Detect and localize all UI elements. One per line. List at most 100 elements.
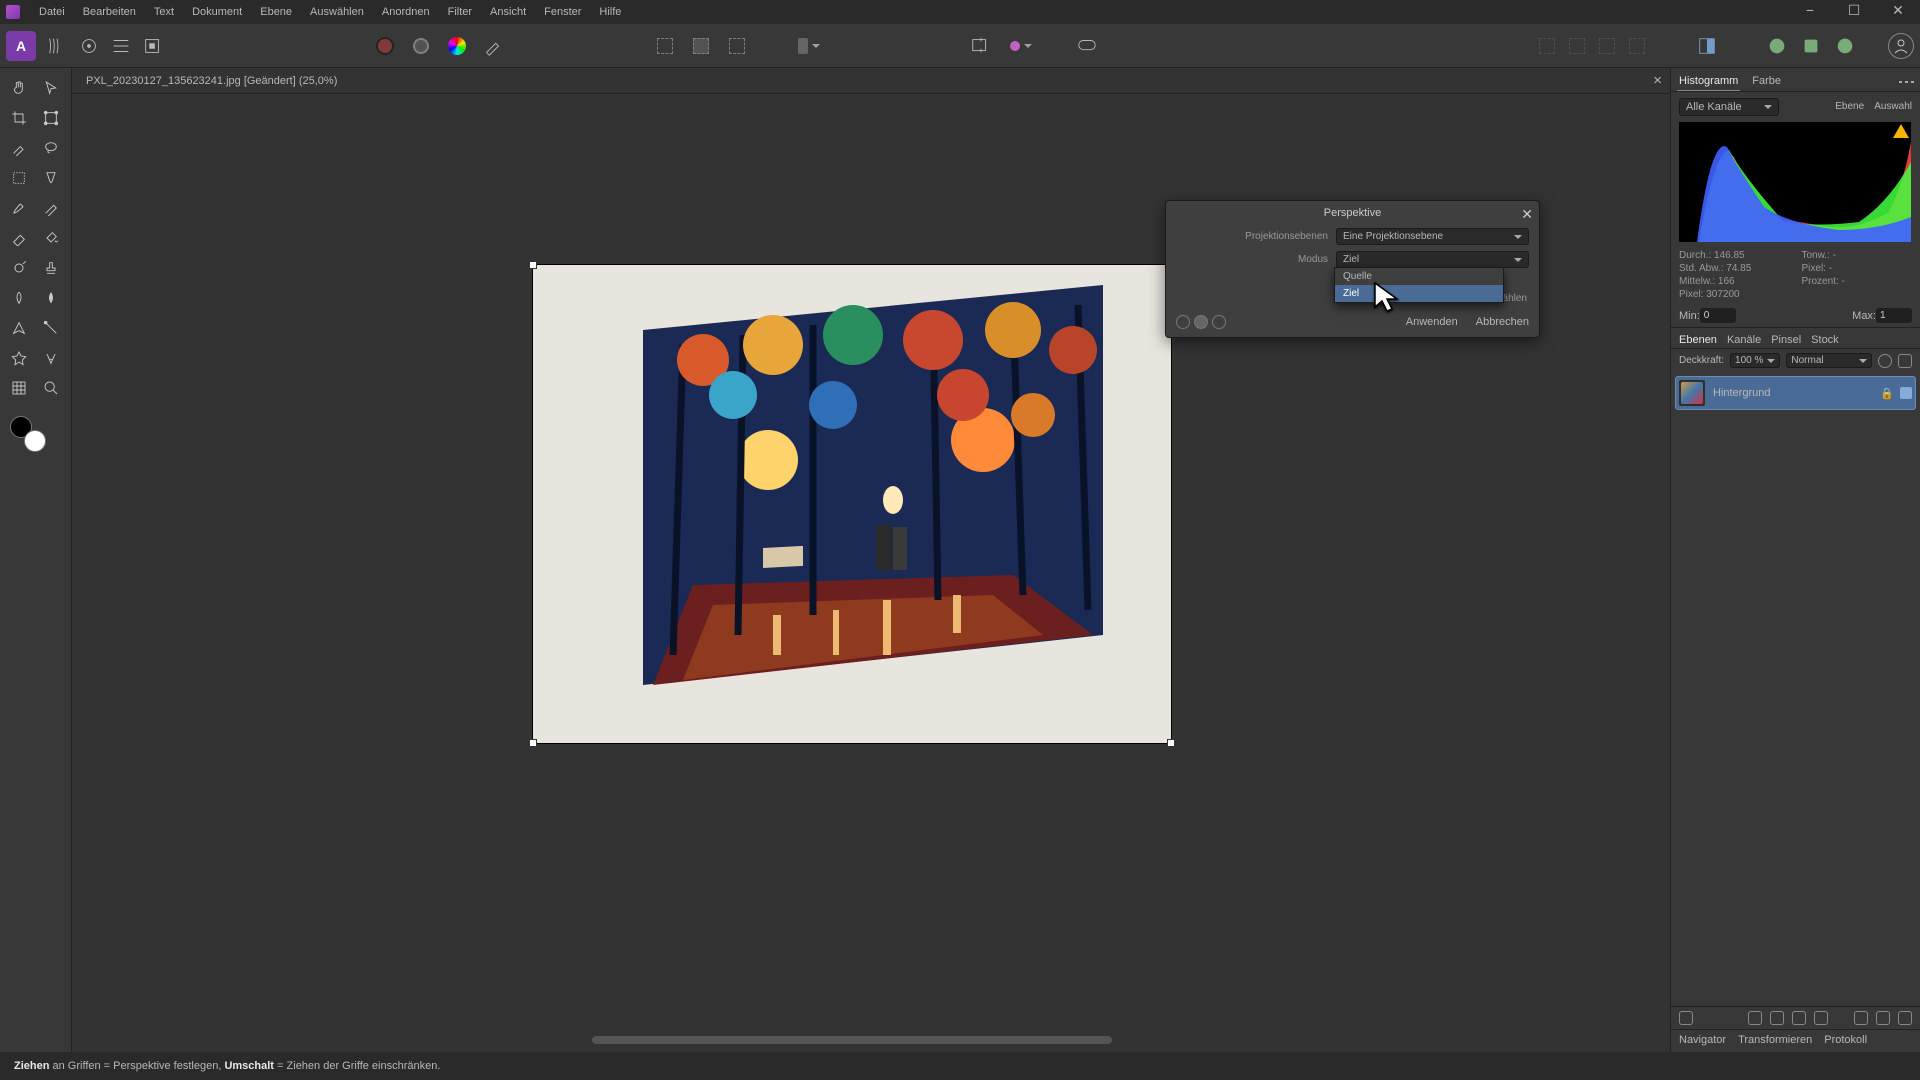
min-input[interactable] <box>1700 308 1736 323</box>
pen-tool[interactable] <box>6 316 32 340</box>
lasso-tool[interactable] <box>38 136 64 160</box>
tab-kanaele[interactable]: Kanäle <box>1727 334 1761 346</box>
layer-visible-checkbox[interactable] <box>1900 387 1912 399</box>
cancel-button[interactable]: Abbrechen <box>1476 316 1529 328</box>
blur-tool[interactable] <box>38 286 64 310</box>
tab-pinsel[interactable]: Pinsel <box>1771 334 1801 346</box>
order-back-icon[interactable] <box>1536 35 1558 57</box>
marquee-tool[interactable] <box>6 166 32 190</box>
layer-lock-flag-icon[interactable]: 🔒 <box>1880 387 1894 400</box>
add-layer-icon[interactable] <box>1876 1011 1890 1025</box>
panel-toggle-icon[interactable] <box>1696 35 1718 57</box>
fill-tool[interactable] <box>38 226 64 250</box>
warning-icon[interactable] <box>1893 124 1909 138</box>
zoom-tool[interactable] <box>38 376 64 400</box>
insert-target-icon[interactable] <box>970 35 992 57</box>
align-left-icon[interactable] <box>654 35 676 57</box>
assistant-icon[interactable] <box>1076 35 1098 57</box>
menu-hilfe[interactable]: Hilfe <box>590 0 630 24</box>
smudge-tool[interactable] <box>6 286 32 310</box>
menu-bearbeiten[interactable]: Bearbeiten <box>74 0 145 24</box>
foreground-color-swatch[interactable] <box>24 430 46 452</box>
selection-brush-tool[interactable] <box>6 136 32 160</box>
opacity-dropdown[interactable]: 100 % <box>1730 353 1780 368</box>
mode-option-ziel[interactable]: Ziel <box>1335 285 1503 302</box>
color-replace-tool[interactable] <box>38 196 64 220</box>
liquify-icon[interactable] <box>110 35 132 57</box>
align-right-icon[interactable] <box>726 35 748 57</box>
align-center-icon[interactable] <box>690 35 712 57</box>
flood-select-tool[interactable] <box>38 166 64 190</box>
blendmode-dropdown[interactable]: Normal <box>1786 353 1872 368</box>
dodge-tool[interactable] <box>6 256 32 280</box>
cloud-sync-icon[interactable] <box>1766 35 1788 57</box>
menu-filter[interactable]: Filter <box>439 0 481 24</box>
menu-auswaehlen[interactable]: Auswählen <box>301 0 373 24</box>
snap-dropdown[interactable] <box>1010 35 1032 57</box>
transform-handle-bl[interactable] <box>529 739 537 747</box>
tab-histogram[interactable]: Histogramm <box>1677 72 1740 91</box>
document-tab-close-icon[interactable]: × <box>1653 72 1662 89</box>
channel-dropdown[interactable]: Alle Kanäle <box>1679 98 1779 116</box>
adjustment-icon[interactable] <box>1748 1011 1762 1025</box>
layer-fx-icon[interactable] <box>1878 354 1892 368</box>
tab-color[interactable]: Farbe <box>1750 72 1783 91</box>
account-avatar[interactable] <box>1888 33 1914 59</box>
fill-red-swatch-icon[interactable] <box>374 35 396 57</box>
window-maximize-button[interactable]: ☐ <box>1832 0 1876 24</box>
max-input[interactable] <box>1876 308 1912 323</box>
fx-icon[interactable] <box>1770 1011 1784 1025</box>
cloud-add-icon[interactable] <box>1800 35 1822 57</box>
stamp-tool[interactable] <box>38 256 64 280</box>
document-tab[interactable]: PXL_20230127_135623241.jpg [Geändert] (2… <box>80 75 343 87</box>
canvas-hscrollbar[interactable] <box>72 1030 1670 1052</box>
menu-fenster[interactable]: Fenster <box>535 0 590 24</box>
hist-link-ebene[interactable]: Ebene <box>1835 101 1864 112</box>
menu-dokument[interactable]: Dokument <box>183 0 251 24</box>
mode-option-quelle[interactable]: Quelle <box>1335 268 1503 285</box>
layer-row-hintergrund[interactable]: Hintergrund 🔒 <box>1675 376 1916 410</box>
crop-layer-icon[interactable] <box>1814 1011 1828 1025</box>
tab-ebenen[interactable]: Ebenen <box>1679 334 1717 346</box>
menu-datei[interactable]: Datei <box>30 0 74 24</box>
layer-mask-icon[interactable] <box>1679 1011 1693 1025</box>
color-wheel-icon[interactable] <box>446 35 468 57</box>
preview-split-icon[interactable] <box>1194 315 1208 329</box>
arrange-dropdown[interactable] <box>798 35 820 57</box>
dialog-close-button[interactable]: ✕ <box>1521 206 1533 223</box>
hist-link-auswahl[interactable]: Auswahl <box>1874 101 1912 112</box>
tab-stock[interactable]: Stock <box>1811 334 1839 346</box>
color-swatches[interactable] <box>10 416 46 452</box>
app-logo-icon[interactable]: A <box>6 31 36 61</box>
persona-icon[interactable] <box>46 35 68 57</box>
hand-tool[interactable] <box>6 76 32 100</box>
move-tool[interactable] <box>38 76 64 100</box>
text-tool[interactable] <box>38 346 64 370</box>
preview-before-icon[interactable] <box>1176 315 1190 329</box>
develop-icon[interactable] <box>78 35 100 57</box>
node-tool[interactable] <box>38 316 64 340</box>
preview-mirror-icon[interactable] <box>1212 315 1226 329</box>
tonemap-icon[interactable] <box>142 35 164 57</box>
panel-options-icon[interactable] <box>1899 81 1914 83</box>
window-minimize-button[interactable]: − <box>1788 0 1832 24</box>
tab-protokoll[interactable]: Protokoll <box>1824 1034 1867 1046</box>
menu-ansicht[interactable]: Ansicht <box>481 0 535 24</box>
transform-handle-br[interactable] <box>1167 739 1175 747</box>
cloud-share-icon[interactable] <box>1834 35 1856 57</box>
order-backward-icon[interactable] <box>1566 35 1588 57</box>
mode-dropdown[interactable]: Ziel <box>1336 251 1529 268</box>
window-close-button[interactable]: ✕ <box>1876 0 1920 24</box>
dialog-titlebar[interactable]: Perspektive ✕ <box>1166 201 1539 225</box>
shape-tool[interactable] <box>6 346 32 370</box>
tab-transformieren[interactable]: Transformieren <box>1738 1034 1812 1046</box>
menu-text[interactable]: Text <box>145 0 183 24</box>
hscroll-thumb[interactable] <box>592 1036 1112 1044</box>
eraser-tool[interactable] <box>6 226 32 250</box>
apply-button[interactable]: Anwenden <box>1406 316 1458 328</box>
transform-handle-tl[interactable] <box>529 261 537 269</box>
grid-tool[interactable] <box>6 376 32 400</box>
picker-icon[interactable] <box>482 35 504 57</box>
order-front-icon[interactable] <box>1626 35 1648 57</box>
tab-navigator[interactable]: Navigator <box>1679 1034 1726 1046</box>
